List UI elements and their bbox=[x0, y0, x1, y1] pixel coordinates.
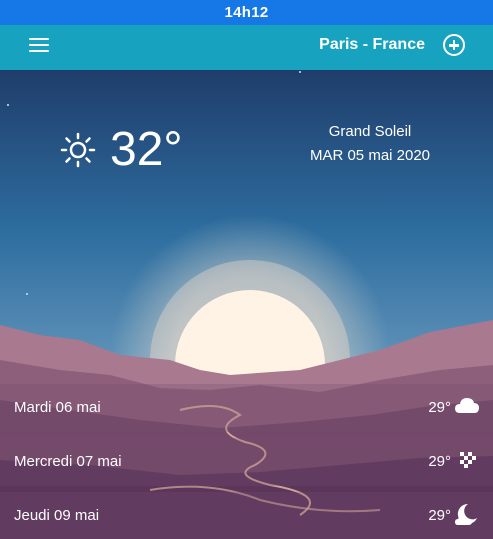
forecast-row[interactable]: Mercredi 07 mai 29° bbox=[0, 438, 493, 486]
current-temperature: 32° bbox=[110, 123, 183, 176]
current-date: MAR 05 mai 2020 bbox=[309, 147, 431, 164]
forecast-day: Mardi 06 mai bbox=[14, 399, 101, 416]
forecast-row[interactable]: Jeudi 09 mai 29° bbox=[0, 492, 493, 539]
moon-cloud-icon bbox=[455, 503, 477, 525]
forecast-temperature: 29° bbox=[428, 399, 451, 416]
menu-icon[interactable] bbox=[29, 38, 49, 54]
status-time: 14h12 bbox=[224, 4, 269, 21]
weather-app: 14h12 Paris - France 32° Grand Soleil MA… bbox=[0, 0, 493, 539]
current-weather: 32° bbox=[60, 126, 183, 174]
sun-icon bbox=[60, 132, 96, 168]
forecast-temperature: 29° bbox=[428, 507, 451, 524]
condition-label: Grand Soleil bbox=[328, 123, 412, 140]
status-bar: 14h12 bbox=[0, 0, 493, 25]
top-bar: Paris - France bbox=[0, 25, 493, 70]
add-location-icon[interactable] bbox=[443, 34, 465, 56]
forecast-day: Mercredi 07 mai bbox=[14, 453, 122, 470]
forecast-day: Jeudi 09 mai bbox=[14, 507, 100, 524]
cloud-icon bbox=[455, 398, 479, 413]
location-label[interactable]: Paris - France bbox=[319, 36, 425, 54]
forecast-temperature: 29° bbox=[428, 453, 451, 470]
forecast-row[interactable]: Mardi 06 mai 29° bbox=[0, 384, 493, 432]
hail-icon bbox=[460, 452, 476, 468]
current-condition-block: Grand Soleil MAR 05 mai 2020 bbox=[280, 120, 460, 168]
